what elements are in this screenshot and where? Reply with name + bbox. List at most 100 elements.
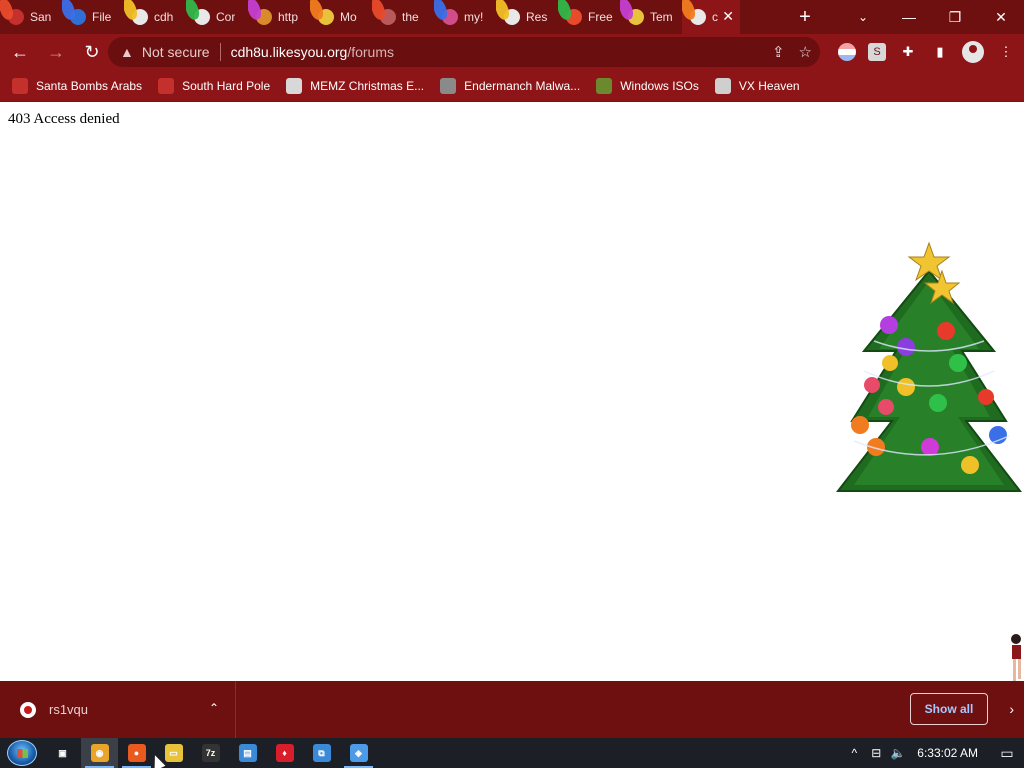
taskbar-app-button[interactable]: ▣: [44, 738, 81, 768]
window-controls: — ❐ ✕: [886, 0, 1024, 34]
bookmarks-bar: Santa Bombs Arabs South Hard Pole MEMZ Chr…: [0, 70, 1024, 102]
action-center-icon[interactable]: ▭: [990, 738, 1024, 768]
download-file-icon: [20, 701, 36, 718]
tab-title: File: [92, 10, 112, 24]
taskbar-app-button[interactable]: ◈: [340, 738, 377, 768]
tab-title: Tem: [650, 10, 673, 24]
browser-tab[interactable]: Mo: [310, 0, 372, 34]
browser-tab[interactable]: c ✕: [682, 0, 740, 34]
browser-tab[interactable]: http: [248, 0, 310, 34]
new-tab-button[interactable]: +: [790, 0, 820, 34]
share-icon[interactable]: ⇪: [772, 43, 785, 61]
network-icon[interactable]: ⊟: [865, 738, 887, 768]
tab-title: Free: [588, 10, 613, 24]
taskbar-apps: ▣ ◉ ● ▭ 7z ▤ ♦ ⧉ ◈: [44, 738, 377, 768]
tab-title: Mo: [340, 10, 357, 24]
address-bar[interactable]: ▲ Not secure cdh8u.likesyou.org /forums …: [108, 37, 820, 67]
minimize-button[interactable]: —: [886, 0, 932, 34]
vx-icon: [714, 77, 731, 94]
download-item[interactable]: rs1vqu ⌃: [0, 681, 236, 738]
taskbar-app-button[interactable]: 7z: [192, 738, 229, 768]
tray-chevron-icon[interactable]: ^: [843, 738, 865, 768]
browser-toolbar: ← → ↻ ▲ Not secure cdh8u.likesyou.org /f…: [0, 34, 1024, 70]
tab-search-button[interactable]: ⌄: [842, 0, 884, 34]
taskbar-app-button[interactable]: ▤: [229, 738, 266, 768]
window-app-icon: ▤: [238, 744, 257, 762]
close-shelf-icon[interactable]: ›: [1009, 701, 1014, 717]
task-view-icon: ▣: [53, 744, 72, 762]
raccoon-icon: [440, 77, 457, 94]
windows-orb-icon: [7, 740, 37, 766]
tab-title: http: [278, 10, 299, 24]
tab-title: San: [30, 10, 52, 24]
bookmark-item[interactable]: Windows ISOs: [596, 70, 699, 102]
toolbar-actions: S ✚ ▮ ⋮: [838, 34, 1016, 70]
browser-tab[interactable]: cdh: [124, 0, 186, 34]
bookmark-label: VX Heaven: [738, 78, 800, 93]
bookmark-label: Windows ISOs: [620, 78, 699, 93]
browser-tab[interactable]: File: [62, 0, 124, 34]
download-shelf: rs1vqu ⌃ Show all ›: [0, 681, 1024, 738]
s-extension-icon[interactable]: S: [868, 43, 886, 61]
extensions-puzzle-icon[interactable]: ✚: [898, 42, 918, 62]
reload-button[interactable]: ↻: [76, 36, 108, 68]
browser-tab[interactable]: Tem: [620, 0, 682, 34]
bookmark-item[interactable]: Santa Bombs Arabs: [12, 70, 142, 102]
bookmark-star-icon[interactable]: ☆: [799, 43, 812, 61]
browser-tab[interactable]: Cor: [186, 0, 248, 34]
browser-tab[interactable]: San: [0, 0, 62, 34]
dancing-figure-image: [1011, 634, 1021, 681]
profile-avatar[interactable]: [962, 41, 984, 63]
taskbar-app-button[interactable]: ◉: [81, 738, 118, 768]
browser-tab[interactable]: my!: [434, 0, 496, 34]
tab-title: the: [402, 10, 419, 24]
browser-tab[interactable]: Free: [558, 0, 620, 34]
browser-tab[interactable]: the: [372, 0, 434, 34]
tab-title: my!: [464, 10, 484, 24]
bookmark-item[interactable]: South Hard Pole: [158, 70, 270, 102]
screen: San File cdh Cor http Mo the my! Res Free Tem c ✕ + …: [0, 0, 1024, 768]
system-tray: ^ ⊟ 🔈 6:33:02 AM ▭: [843, 738, 1024, 768]
tree-icon: [596, 77, 613, 94]
browser-tab[interactable]: Res: [496, 0, 558, 34]
bookmark-item[interactable]: MEMZ Christmas E...: [286, 70, 424, 102]
taskbar-app-button[interactable]: ♦: [266, 738, 303, 768]
show-all-button[interactable]: Show all: [910, 693, 988, 725]
bookmark-item[interactable]: Endermanch Malwa...: [440, 70, 580, 102]
error-message: 403 Access denied: [8, 111, 120, 127]
christmas-tree-image: [835, 241, 1023, 492]
close-window-button[interactable]: ✕: [978, 0, 1024, 34]
bookmark-label: MEMZ Christmas E...: [310, 78, 425, 93]
back-button[interactable]: ←: [4, 36, 36, 68]
web-page: 403 Access denied: [0, 103, 1024, 681]
menu-kebab-icon[interactable]: ⋮: [996, 42, 1016, 62]
url-host[interactable]: cdh8u.likesyou.org: [231, 44, 348, 60]
shield-app-icon: ◈: [349, 744, 368, 762]
omnibox-divider: [219, 43, 221, 61]
start-button[interactable]: [0, 738, 44, 768]
flag-extension-icon[interactable]: [838, 43, 856, 61]
tab-close-icon[interactable]: ✕: [722, 9, 734, 23]
tab-title: Res: [526, 10, 548, 24]
taskbar-app-button[interactable]: ⧉: [303, 738, 340, 768]
bookmark-label: Santa Bombs Arabs: [36, 78, 143, 93]
memz-icon: [286, 77, 303, 94]
snowflake-icon: [158, 77, 175, 94]
forward-button[interactable]: →: [40, 36, 72, 68]
taskbar-app-button[interactable]: ●: [118, 738, 155, 768]
side-panel-icon[interactable]: ▮: [930, 42, 950, 62]
volume-icon[interactable]: 🔈: [887, 738, 909, 768]
download-options-chevron-icon[interactable]: ⌃: [209, 701, 219, 715]
bookmark-item[interactable]: VX Heaven: [714, 70, 800, 102]
security-label[interactable]: Not secure: [142, 44, 210, 60]
7zip-icon: 7z: [201, 744, 220, 762]
tab-title: c: [712, 10, 718, 24]
tab-title: cdh: [154, 10, 174, 24]
url-path[interactable]: /forums: [347, 44, 394, 60]
clock[interactable]: 6:33:02 AM: [909, 746, 990, 760]
restore-button[interactable]: ❐: [932, 0, 978, 34]
bookmark-label: Endermanch Malwa...: [464, 78, 581, 93]
tab-strip: San File cdh Cor http Mo the my! Res Free Tem c ✕ + …: [0, 0, 1024, 34]
download-file-name[interactable]: rs1vqu: [49, 702, 88, 717]
omnibox-actions: ⇪ ☆: [772, 37, 812, 67]
